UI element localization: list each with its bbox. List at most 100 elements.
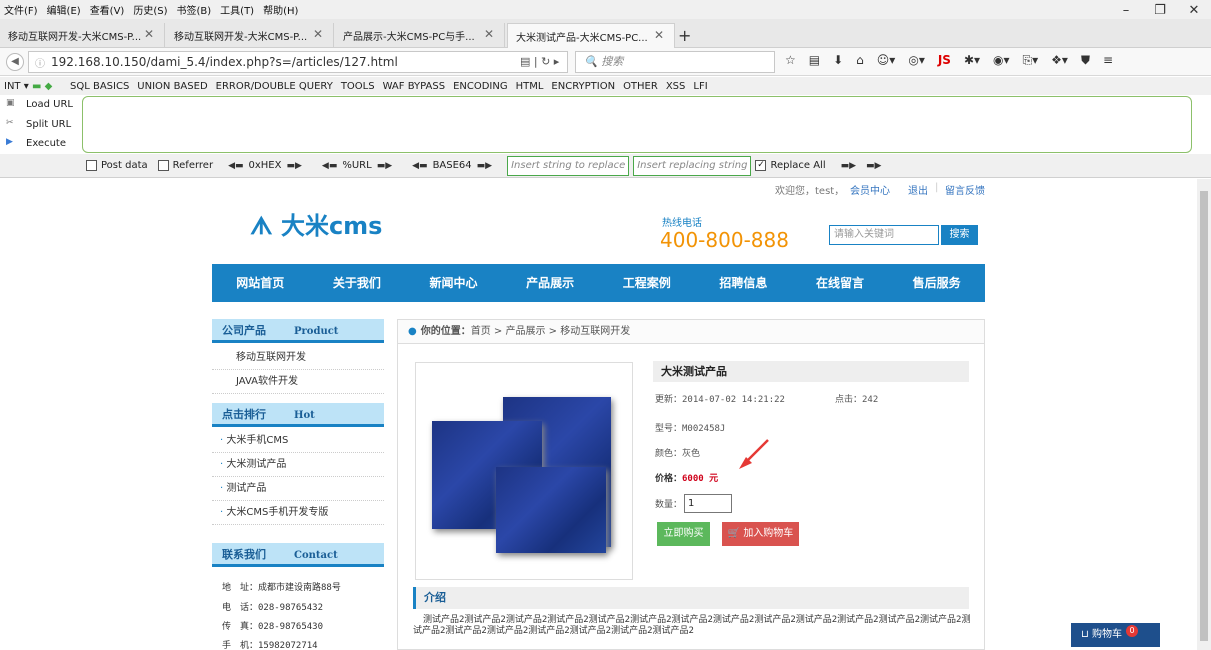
hot-item[interactable]: · 大米手机CMS xyxy=(212,429,384,453)
referrer-checkbox[interactable]: Referrer xyxy=(157,160,213,171)
hot-item[interactable]: · 大米测试产品 xyxy=(212,453,384,477)
hb-xss[interactable]: XSS xyxy=(666,81,686,92)
nav-about[interactable]: 关于我们 xyxy=(309,264,406,302)
nav-jobs[interactable]: 招聘信息 xyxy=(695,264,792,302)
new-tab-icon[interactable]: + xyxy=(678,26,691,45)
nav-service[interactable]: 售后服务 xyxy=(888,264,985,302)
bookmark-star-icon[interactable]: ☆ xyxy=(785,53,796,68)
info-icon[interactable]: ⓘ xyxy=(35,55,45,70)
page-scrollbar[interactable] xyxy=(1197,179,1211,650)
sync-icon[interactable]: ◎▾ xyxy=(908,53,925,68)
menu-view[interactable]: 查看(V) xyxy=(90,2,125,17)
right-arrow-icon[interactable]: ▬▶ xyxy=(286,161,301,171)
close-tab-icon[interactable]: ✕ xyxy=(313,27,323,41)
intro-heading: 介绍 xyxy=(413,587,969,609)
logout-link[interactable]: 退出 xyxy=(908,186,928,197)
site-search-button[interactable]: 搜索 xyxy=(941,225,978,245)
tab-title: 产品展示-大米CMS-PC与手... xyxy=(343,32,475,43)
hb-lfi[interactable]: LFI xyxy=(693,81,707,92)
extension-icon[interactable]: ✱▾ xyxy=(964,53,980,68)
quantity-input[interactable]: 1 xyxy=(684,494,732,513)
tab-2[interactable]: 移动互联网开发-大米CMS-P... ✕ xyxy=(166,23,334,48)
hex-label: 0xHEX xyxy=(248,160,282,171)
search-input[interactable]: 🔍 搜索 xyxy=(575,51,775,73)
left-arrow-icon[interactable]: ◀▬ xyxy=(228,161,243,171)
nav-home[interactable]: 网站首页 xyxy=(212,264,309,302)
execute-button[interactable]: ▶ Execute xyxy=(6,137,66,149)
scrollbar-thumb[interactable] xyxy=(1200,191,1208,641)
tab-active[interactable]: 大米测试产品-大米CMS-PC... ✕ xyxy=(507,23,675,48)
site-search-input[interactable]: 请输入关键词 xyxy=(829,225,939,245)
replace-all-checkbox[interactable]: ✓ Replace All xyxy=(755,160,826,171)
menu-tools[interactable]: 工具(T) xyxy=(220,2,254,17)
member-center-link[interactable]: 会员中心 xyxy=(850,186,890,197)
hb-encoding[interactable]: ENCODING xyxy=(453,81,508,92)
url-text: 192.168.10.150/dami_5.4/index.php?s=/art… xyxy=(51,55,398,69)
hamburger-menu-icon[interactable]: ≡ xyxy=(1103,53,1113,68)
menu-file[interactable]: 文件(F) xyxy=(4,2,38,17)
close-tab-icon[interactable]: ✕ xyxy=(484,27,494,41)
nav-message[interactable]: 在线留言 xyxy=(792,264,889,302)
add-to-cart-button[interactable]: 🛒 加入购物车 xyxy=(722,522,799,546)
url-encoder[interactable]: ◀▬ %URL ▬▶ xyxy=(317,160,397,171)
buy-now-button[interactable]: 立即购买 xyxy=(657,522,710,546)
close-tab-icon[interactable]: ✕ xyxy=(144,27,154,41)
menu-help[interactable]: 帮助(H) xyxy=(263,2,298,17)
nav-news[interactable]: 新闻中心 xyxy=(405,264,502,302)
hb-sql-basics[interactable]: SQL BASICS xyxy=(70,81,129,92)
post-data-checkbox[interactable]: Post data xyxy=(86,160,148,171)
menu-bookmarks[interactable]: 书签(B) xyxy=(177,2,212,17)
download-icon[interactable]: ⬇ xyxy=(833,53,843,68)
feedback-link[interactable]: 留言反馈 xyxy=(945,186,985,197)
plugin-icon[interactable]: ❖▾ xyxy=(1051,53,1068,68)
hb-union-based[interactable]: UNION BASED xyxy=(137,81,207,92)
contact-header: 联系我们 Contact xyxy=(212,543,384,567)
js-icon[interactable]: JS xyxy=(938,53,951,68)
close-tab-icon[interactable]: ✕ xyxy=(654,28,664,42)
reader-icon[interactable]: ▤ xyxy=(809,53,820,68)
insert-replacing-input[interactable]: Insert replacing string xyxy=(633,155,752,176)
shield-icon[interactable]: ⛊ xyxy=(1081,53,1090,68)
tab-1[interactable]: 移动互联网开发-大米CMS-P... ✕ xyxy=(0,23,165,48)
addon-icon[interactable]: ☺▾ xyxy=(877,53,896,68)
product-image[interactable] xyxy=(415,362,633,580)
hot-item[interactable]: · 大米CMS手机开发专版 xyxy=(212,501,384,525)
hackbar-url-textarea[interactable] xyxy=(82,96,1192,153)
hb-error-double-query[interactable]: ERROR/DOUBLE QUERY xyxy=(216,81,333,92)
replace-left-icon[interactable]: ▬▶ xyxy=(866,161,881,171)
hb-encryption[interactable]: ENCRYPTION xyxy=(551,81,615,92)
hb-waf-bypass[interactable]: WAF BYPASS xyxy=(383,81,445,92)
insert-string-input[interactable]: Insert string to replace xyxy=(507,155,630,176)
menu-history[interactable]: 历史(S) xyxy=(133,2,167,17)
replace-right-icon[interactable]: ▬▶ xyxy=(841,161,856,171)
hot-item-label: 大米手机CMS xyxy=(226,435,289,446)
hb-html[interactable]: HTML xyxy=(516,81,544,92)
right-arrow-icon[interactable]: ▬▶ xyxy=(477,161,492,171)
back-icon[interactable]: ◀ xyxy=(6,53,24,71)
hb-tools[interactable]: TOOLS xyxy=(341,81,375,92)
split-url-button[interactable]: ✂ Split URL xyxy=(6,118,71,130)
url-bar[interactable]: ⓘ 192.168.10.150/dami_5.4/index.php?s=/ar… xyxy=(28,51,568,73)
screenshot-icon[interactable]: ⎘▾ xyxy=(1023,53,1039,68)
right-arrow-icon[interactable]: ▬▶ xyxy=(377,161,392,171)
site-logo[interactable]: ᗑ 大米cms xyxy=(250,206,382,241)
hackbar-type-select[interactable]: INT ▾ ▬ ◆ xyxy=(0,81,70,92)
floating-cart-button[interactable]: ⊔ 购物车 0 xyxy=(1071,623,1160,647)
hb-other[interactable]: OTHER xyxy=(623,81,658,92)
tab-3[interactable]: 产品展示-大米CMS-PC与手... ✕ xyxy=(335,23,505,48)
left-arrow-icon[interactable]: ◀▬ xyxy=(412,161,427,171)
crumb-path[interactable]: 首页 > 产品展示 > 移动互联网开发 xyxy=(471,326,630,337)
reload-icon[interactable]: ▤ | ↻ ▸ xyxy=(520,55,559,68)
proxy-icon[interactable]: ◉▾ xyxy=(993,53,1010,68)
menu-edit[interactable]: 编辑(E) xyxy=(47,2,81,17)
nav-cases[interactable]: 工程案例 xyxy=(599,264,696,302)
load-url-button[interactable]: ▣ Load URL xyxy=(6,98,73,110)
hex-encoder[interactable]: ◀▬ 0xHEX ▬▶ xyxy=(223,160,307,171)
base64-encoder[interactable]: ◀▬ BASE64 ▬▶ xyxy=(407,160,497,171)
category-item[interactable]: JAVA软件开发 xyxy=(212,370,384,394)
nav-products[interactable]: 产品展示 xyxy=(502,264,599,302)
home-icon[interactable]: ⌂ xyxy=(856,53,864,68)
left-arrow-icon[interactable]: ◀▬ xyxy=(322,161,337,171)
category-item[interactable]: 移动互联网开发 xyxy=(212,346,384,370)
hot-item[interactable]: · 测试产品 xyxy=(212,477,384,501)
